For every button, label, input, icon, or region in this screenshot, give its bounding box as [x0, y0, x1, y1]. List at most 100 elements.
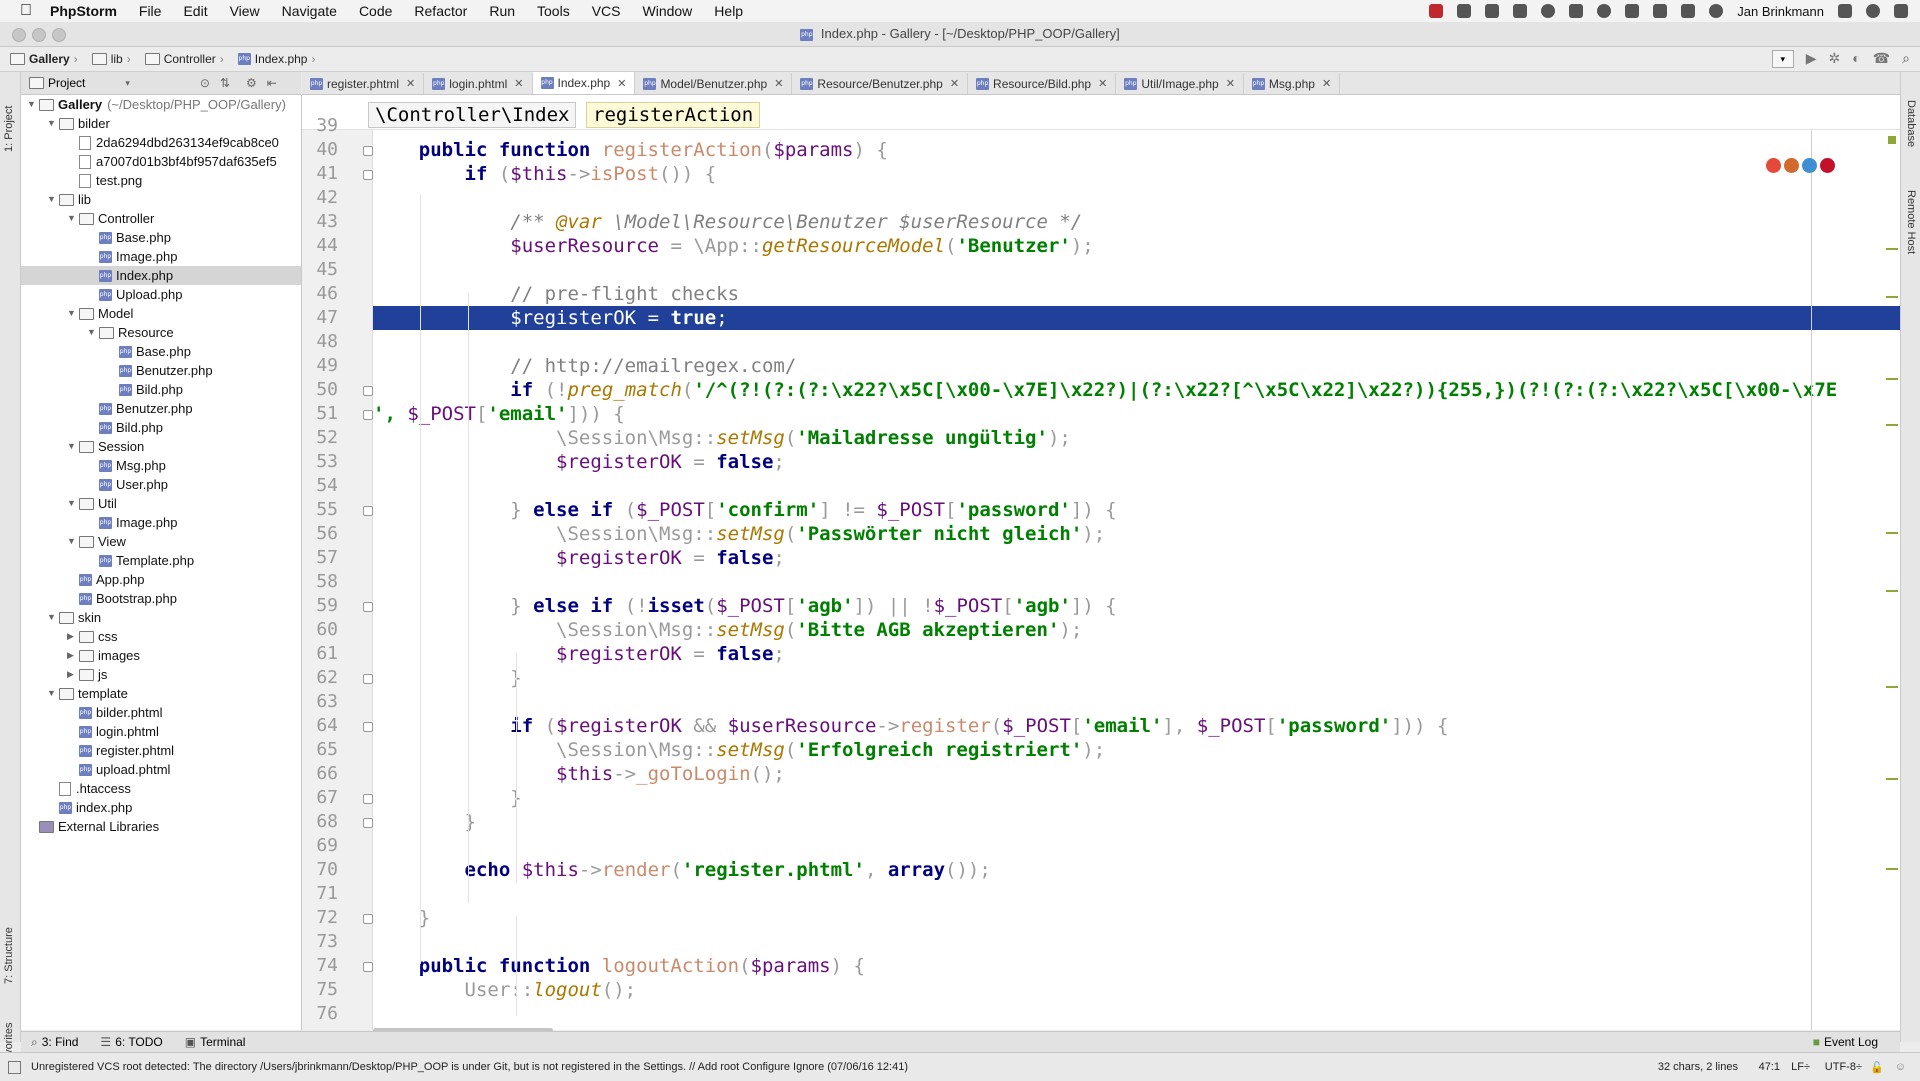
line-separator[interactable]: LF÷ — [1791, 1061, 1810, 1073]
code-line[interactable]: $this->_goToLogin(); — [373, 762, 1900, 786]
editor-tab[interactable]: php Resource/Benutzer.php ✕ — [792, 73, 969, 94]
stripe-mark[interactable] — [1886, 532, 1898, 534]
tree-item[interactable]: test.png — [67, 171, 142, 190]
fold-marker-icon[interactable] — [363, 794, 373, 804]
tree-item[interactable]: ▼ skin — [47, 608, 101, 627]
stripe-mark[interactable] — [1886, 778, 1898, 780]
code-line[interactable]: /** @var \Model\Resource\Benutzer $userR… — [373, 210, 1900, 234]
close-window-button[interactable] — [12, 28, 26, 42]
code-line[interactable]: ', $_POST['email'])) { — [373, 402, 1900, 426]
close-tab-icon[interactable]: ✕ — [514, 77, 523, 90]
editor-tab[interactable]: php register.phtml ✕ — [302, 73, 425, 94]
stripe-mark[interactable] — [1886, 248, 1898, 250]
tree-item[interactable]: .htaccess — [47, 779, 131, 798]
menu-window[interactable]: Window — [643, 3, 693, 19]
close-tab-icon[interactable]: ✕ — [950, 77, 959, 90]
tree-item[interactable]: php Benutzer.php — [107, 361, 213, 380]
tree-item[interactable]: php upload.phtml — [67, 760, 170, 779]
code-line[interactable]: // pre-flight checks — [373, 282, 1900, 306]
record-icon[interactable] — [1429, 4, 1444, 18]
minimize-window-button[interactable] — [32, 28, 46, 42]
toggle-tool-windows-icon[interactable] — [8, 1060, 21, 1074]
time-machine-icon[interactable] — [1709, 4, 1724, 18]
close-tab-icon[interactable]: ✕ — [1322, 77, 1331, 90]
fold-marker-icon[interactable] — [363, 506, 373, 516]
tree-item[interactable]: php login.phtml — [67, 722, 159, 741]
nav-crumb-index[interactable]: php Index.php › — [237, 52, 320, 66]
code-line[interactable]: if ($this->isPost()) { — [373, 162, 1900, 186]
nav-crumb-lib[interactable]: lib › — [91, 52, 135, 66]
editor-tab[interactable]: php Index.php ✕ — [532, 72, 636, 94]
menu-help[interactable]: Help — [714, 3, 743, 19]
close-tab-icon[interactable]: ✕ — [1098, 77, 1107, 90]
tree-item[interactable]: php Base.php — [87, 228, 171, 247]
code-line[interactable]: \Session\Msg::setMsg('Erfolgreich regist… — [373, 738, 1900, 762]
code-line[interactable]: $userResource = \App::getResourceModel('… — [373, 234, 1900, 258]
close-tab-icon[interactable]: ✕ — [617, 77, 626, 90]
apple-icon[interactable]:  — [20, 3, 36, 19]
tree-item[interactable]: php App.php — [67, 570, 144, 589]
tree-item[interactable]: php Upload.php — [87, 285, 183, 304]
plus-icon[interactable] — [1513, 4, 1528, 18]
chevron-down-icon[interactable]: ▼ — [27, 95, 39, 114]
code-line[interactable]: } — [373, 666, 1900, 690]
tree-item[interactable]: php Bootstrap.php — [67, 589, 177, 608]
debug-icon[interactable]: ✲ — [1829, 50, 1841, 68]
menu-run[interactable]: Run — [489, 3, 515, 19]
code-line[interactable] — [373, 130, 1900, 138]
chevron-down-icon[interactable]: ▾ — [125, 78, 130, 89]
code-line[interactable]: \Session\Msg::setMsg('Mailadresse ungült… — [373, 426, 1900, 450]
code-line[interactable] — [373, 330, 1900, 354]
fold-marker-icon[interactable] — [363, 386, 373, 396]
chevron-down-icon[interactable]: ▼ — [67, 532, 79, 551]
tree-item[interactable]: php register.phtml — [67, 741, 174, 760]
tree-item[interactable]: ▶ images — [67, 646, 140, 665]
stripe-mark[interactable] — [1886, 296, 1898, 298]
code-line[interactable] — [373, 570, 1900, 594]
creative-cloud-icon[interactable] — [1597, 4, 1612, 18]
fold-marker-icon[interactable] — [363, 410, 373, 420]
status-message[interactable]: Unregistered VCS root detected: The dire… — [31, 1061, 908, 1073]
code-line[interactable]: User::logout(); — [373, 978, 1900, 1002]
fold-marker-icon[interactable] — [363, 962, 373, 972]
code-line[interactable] — [373, 1002, 1900, 1026]
tree-item[interactable]: php Bild.php — [107, 380, 183, 399]
chevron-down-icon[interactable]: ▼ — [67, 494, 79, 513]
tree-item[interactable]: ▼ Resource — [87, 323, 174, 342]
code-line[interactable]: public function logoutAction($params) { — [373, 954, 1900, 978]
editor-tab[interactable]: php login.phtml ✕ — [424, 73, 533, 94]
breadcrumb-class[interactable]: \Controller\Index — [368, 102, 577, 128]
editor-tab[interactable]: php Msg.php ✕ — [1244, 73, 1341, 94]
project-view-selector[interactable]: Project — [48, 76, 85, 90]
chevron-down-icon[interactable]: ▼ — [67, 304, 79, 323]
run-icon[interactable]: ▶ — [1806, 50, 1817, 68]
code-line[interactable]: if (!preg_match('/^(?!(?:(?:\x22?\x5C[\x… — [373, 378, 1900, 402]
code-line[interactable] — [373, 474, 1900, 498]
tree-item[interactable]: php Bild.php — [87, 418, 163, 437]
tree-item[interactable]: php bilder.phtml — [67, 703, 162, 722]
tree-item[interactable]: ▶ css — [67, 627, 118, 646]
fold-marker-icon[interactable] — [363, 170, 373, 180]
find-tool-button[interactable]: ⌕ 3: Find — [31, 1035, 78, 1050]
code-line[interactable]: public function registerAction($params) … — [373, 138, 1900, 162]
keyboard-icon[interactable] — [1569, 4, 1584, 18]
tree-item[interactable]: a7007d01b3bf4bf957daf635ef5 — [67, 152, 277, 171]
lock-icon[interactable]: 🔓 — [1870, 1061, 1884, 1074]
code-line[interactable]: $registerOK = true; — [373, 306, 1900, 330]
tree-item[interactable]: ▼ Util — [67, 494, 117, 513]
chevron-down-icon[interactable]: ▼ — [47, 114, 59, 133]
code-line[interactable]: \Session\Msg::setMsg('Bitte AGB akzeptie… — [373, 618, 1900, 642]
menu-vcs[interactable]: VCS — [592, 3, 621, 19]
search-everywhere-icon[interactable]: ⌕ — [1902, 50, 1910, 68]
tree-item[interactable]: php Base.php — [107, 342, 191, 361]
stripe-mark[interactable] — [1886, 686, 1898, 688]
collapse-icon[interactable]: ⇅ — [220, 76, 230, 90]
chevron-right-icon[interactable]: ▶ — [67, 665, 79, 684]
opera-icon[interactable] — [1820, 158, 1835, 173]
locate-icon[interactable]: ⊙ — [200, 76, 210, 90]
stripe-mark[interactable] — [1886, 868, 1898, 870]
chevron-down-icon[interactable]: ▼ — [67, 437, 79, 456]
file-encoding[interactable]: UTF-8÷ — [1825, 1061, 1862, 1073]
fold-marker-icon[interactable] — [363, 818, 373, 828]
remote-host-tool-button[interactable]: Remote Host — [1905, 190, 1917, 254]
